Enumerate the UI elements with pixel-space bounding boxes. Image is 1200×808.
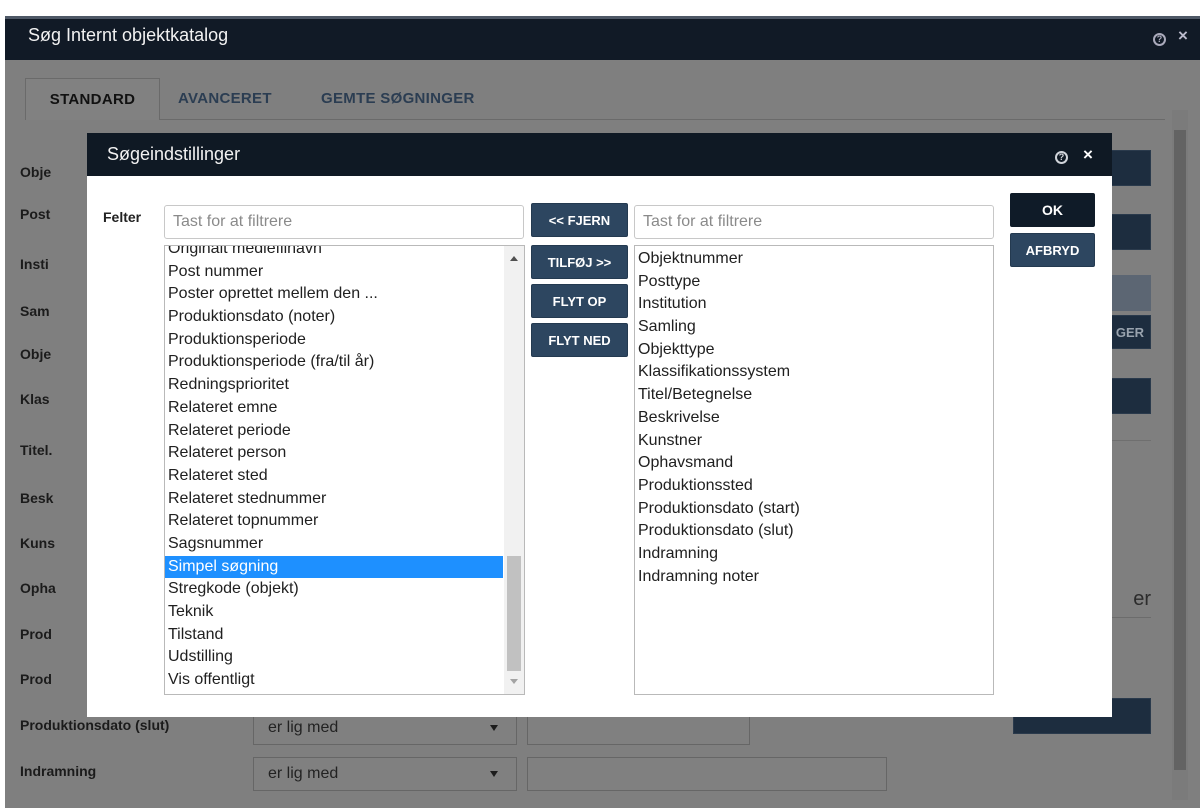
- list-item[interactable]: Sagsnummer: [165, 533, 503, 556]
- operator-select[interactable]: er lig med: [253, 757, 517, 791]
- selected-fields-filter-input[interactable]: [634, 205, 994, 239]
- remove-button[interactable]: << FJERN: [531, 203, 628, 237]
- available-fields-list-items: Originalt mediefilnavn Post nummer Poster …: [165, 246, 503, 692]
- scroll-up-arrow-icon[interactable]: [510, 256, 518, 261]
- cancel-button[interactable]: AFBRYD: [1010, 233, 1095, 267]
- field-label: Klas: [20, 391, 50, 407]
- field-label: Kuns: [20, 535, 55, 551]
- field-label: Prod: [20, 671, 52, 687]
- list-item[interactable]: Indramning noter: [635, 566, 993, 589]
- list-item[interactable]: Produktionsdato (slut): [635, 520, 993, 543]
- field-label: Prod: [20, 626, 52, 642]
- tab-standard[interactable]: STANDARD: [25, 78, 160, 120]
- list-item[interactable]: Produktionsdato (start): [635, 498, 993, 521]
- list-item[interactable]: Relateret topnummer: [165, 510, 503, 533]
- selected-fields-list[interactable]: Objektnummer Posttype Institution Samling Ob…: [634, 245, 994, 695]
- field-label: Post: [20, 206, 51, 222]
- tab-bar: STANDARD AVANCERET GEMTE SØGNINGER: [25, 78, 1165, 120]
- list-item[interactable]: Stregkode (objekt): [165, 578, 503, 601]
- field-label: Produktionsdato (slut): [20, 717, 170, 733]
- available-fields-list[interactable]: Originalt mediefilnavn Post nummer Poster …: [164, 245, 525, 695]
- scrollbar-thumb[interactable]: [507, 556, 521, 671]
- list-item[interactable]: Objektnummer: [635, 248, 993, 271]
- chevron-down-icon: [490, 725, 498, 731]
- search-settings-dialog: Søgeindstillinger ? × Felter Originalt m…: [87, 133, 1112, 717]
- list-item[interactable]: Relateret emne: [165, 397, 503, 420]
- list-item[interactable]: Ophavsmand: [635, 452, 993, 475]
- dialog-header: Søgeindstillinger ? ×: [87, 133, 1112, 176]
- list-item[interactable]: Relateret sted: [165, 465, 503, 488]
- list-item[interactable]: Posttype: [635, 271, 993, 294]
- scrollbar[interactable]: [504, 246, 524, 694]
- field-label: Obje: [20, 346, 52, 362]
- ok-button[interactable]: OK: [1010, 193, 1095, 227]
- operator-select-value: er lig med: [268, 719, 339, 736]
- close-icon[interactable]: ×: [1178, 26, 1188, 46]
- field-label: Insti: [20, 256, 49, 272]
- list-item[interactable]: Indramning: [635, 543, 993, 566]
- list-item[interactable]: Institution: [635, 293, 993, 316]
- scrollbar[interactable]: [1172, 110, 1188, 800]
- list-item[interactable]: Produktionssted: [635, 475, 993, 498]
- help-circle-icon[interactable]: ?: [1055, 151, 1068, 164]
- list-item[interactable]: Objekttype: [635, 339, 993, 362]
- list-item[interactable]: Udstilling: [165, 646, 503, 669]
- close-icon[interactable]: ×: [1083, 145, 1093, 165]
- outer-titlebar: Søg Internt objektkatalog ? ×: [0, 0, 1200, 60]
- background-button-label: GER: [1115, 325, 1144, 340]
- list-item[interactable]: Kunstner: [635, 430, 993, 453]
- list-item[interactable]: Titel/Betegnelse: [635, 384, 993, 407]
- tab-gemte-sogninger[interactable]: GEMTE SØGNINGER: [321, 78, 475, 120]
- list-item[interactable]: Tilstand: [165, 624, 503, 647]
- move-up-button[interactable]: FLYT OP: [531, 284, 628, 318]
- list-item[interactable]: Relateret stednummer: [165, 488, 503, 511]
- list-item[interactable]: Klassifikationssystem: [635, 361, 993, 384]
- dialog-title: Søgeindstillinger: [107, 144, 241, 164]
- felter-label: Felter: [103, 209, 142, 225]
- field-label: Obje: [20, 164, 52, 180]
- list-item[interactable]: Teknik: [165, 601, 503, 624]
- list-item[interactable]: Vis offentligt: [165, 669, 503, 692]
- outer-window-title: Søg Internt objektkatalog: [28, 25, 229, 45]
- field-label: Titel.: [20, 442, 53, 458]
- list-item[interactable]: Relateret periode: [165, 420, 503, 443]
- field-label: Indramning: [20, 763, 97, 779]
- add-button[interactable]: TILFØJ >>: [531, 245, 628, 279]
- help-circle-icon[interactable]: ?: [1153, 33, 1166, 46]
- list-item[interactable]: Relateret person: [165, 442, 503, 465]
- list-item[interactable]: Beskrivelse: [635, 407, 993, 430]
- field-label: Sam: [20, 303, 50, 319]
- value-input[interactable]: [527, 757, 887, 791]
- selected-fields-list-items: Objektnummer Posttype Institution Samling Ob…: [635, 248, 993, 588]
- list-item[interactable]: Originalt mediefilnavn: [165, 246, 503, 261]
- list-item[interactable]: Produktionsdato (noter): [165, 306, 503, 329]
- scroll-down-arrow-icon[interactable]: [510, 679, 518, 684]
- list-item[interactable]: Produktionsperiode (fra/til år): [165, 351, 503, 374]
- chevron-down-icon: [490, 771, 498, 777]
- list-item[interactable]: Samling: [635, 316, 993, 339]
- field-label: Opha: [20, 580, 56, 596]
- available-fields-filter-input[interactable]: [164, 205, 524, 239]
- list-item[interactable]: Simpel søgning: [165, 555, 503, 579]
- field-label: Besk: [20, 490, 54, 506]
- operator-select-value: er lig med: [268, 765, 339, 782]
- list-item[interactable]: Post nummer: [165, 261, 503, 284]
- scrollbar-thumb[interactable]: [1174, 130, 1186, 770]
- tab-avanceret[interactable]: AVANCERET: [178, 78, 272, 120]
- move-down-button[interactable]: FLYT NED: [531, 323, 628, 357]
- list-item[interactable]: Produktionsperiode: [165, 329, 503, 352]
- list-item[interactable]: Redningsprioritet: [165, 374, 503, 397]
- list-item[interactable]: Poster oprettet mellem den ...: [165, 283, 503, 306]
